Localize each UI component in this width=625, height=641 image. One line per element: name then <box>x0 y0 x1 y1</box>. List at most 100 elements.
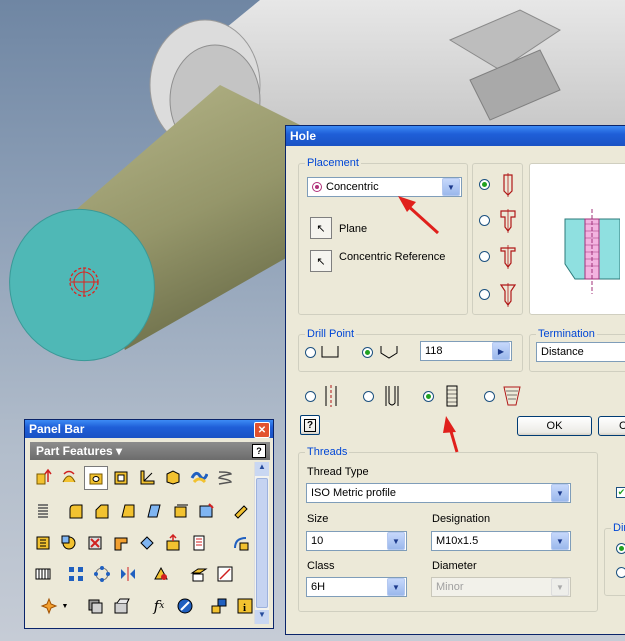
simple-hole-radio[interactable] <box>305 391 316 402</box>
counterbore-radio[interactable] <box>479 215 490 226</box>
help-icon: ? <box>303 418 317 432</box>
cancel-label: C <box>619 420 625 432</box>
left-hand-radio[interactable] <box>616 567 625 578</box>
promote-icon[interactable] <box>162 532 184 554</box>
drilled-hole-icon <box>503 173 513 197</box>
hole-dialog[interactable]: Hole Placement Concentric ▼ ↖ Plane ↖ Co… <box>285 125 625 635</box>
model-viewport[interactable]: Hole Placement Concentric ▼ ↖ Plane ↖ Co… <box>0 0 625 641</box>
panel-bar-titlebar[interactable]: Panel Bar ✕ <box>25 420 273 438</box>
concentric-reference-button[interactable]: ↖ <box>310 250 332 272</box>
work-feature-icon[interactable] <box>150 563 172 585</box>
class-label: Class <box>307 560 335 572</box>
chevron-down-icon[interactable]: ▼ <box>387 532 405 550</box>
grill-icon[interactable] <box>32 563 54 585</box>
cancel-button[interactable]: C <box>598 416 625 436</box>
face-draft-icon[interactable] <box>117 500 139 522</box>
hole-dialog-titlebar[interactable]: Hole <box>286 126 625 146</box>
rib-icon[interactable] <box>136 466 158 488</box>
work-point-icon[interactable] <box>38 595 60 617</box>
split-icon[interactable] <box>143 500 165 522</box>
chevron-down-icon[interactable]: ▼ <box>551 532 569 550</box>
thread-type-value: ISO Metric profile <box>311 487 396 499</box>
placement-type-value: Concentric <box>326 181 379 193</box>
chamfer-icon[interactable] <box>91 500 113 522</box>
help-icon[interactable]: ? <box>252 444 266 458</box>
grip-snap-icon[interactable] <box>188 532 210 554</box>
dialog-title: Hole <box>290 129 317 143</box>
termination-select[interactable]: Distance <box>536 342 625 362</box>
extrude-icon[interactable] <box>32 466 54 488</box>
hole-tool-icon[interactable] <box>84 466 108 490</box>
emboss-icon[interactable] <box>32 532 54 554</box>
size-label: Size <box>307 513 329 525</box>
angle-drill-point-radio[interactable] <box>362 347 373 358</box>
work-plane-icon[interactable] <box>188 563 210 585</box>
loft-icon[interactable] <box>162 466 184 488</box>
flat-drill-point-radio[interactable] <box>305 347 316 358</box>
designation-select[interactable]: M10x1.5 ▼ <box>431 531 571 551</box>
full-depth-checkbox[interactable]: ✔ <box>616 487 625 498</box>
shell-icon[interactable] <box>110 466 132 488</box>
decal-icon[interactable] <box>230 500 252 522</box>
parameters-icon[interactable]: fx <box>148 595 170 617</box>
placement-label: Placement <box>305 157 361 169</box>
drilled-hole-radio[interactable] <box>479 179 490 190</box>
designation-value: M10x1.5 <box>436 535 479 547</box>
view-face-icon[interactable] <box>174 595 196 617</box>
drill-point-label: Drill Point <box>305 328 357 340</box>
circular-pattern-icon[interactable] <box>91 563 113 585</box>
help-button[interactable]: ? <box>300 415 320 435</box>
work-axis-icon[interactable] <box>214 563 236 585</box>
insert-icon[interactable] <box>208 595 230 617</box>
tapped-hole-radio[interactable] <box>423 391 434 402</box>
delete-face-icon[interactable] <box>84 532 106 554</box>
derived-part-icon[interactable] <box>84 595 106 617</box>
copy-object-icon[interactable] <box>136 532 158 554</box>
chevron-down-icon[interactable]: ▼ <box>60 595 70 617</box>
right-hand-radio[interactable] <box>616 543 625 554</box>
panel-bar[interactable]: Panel Bar ✕ Part Features ▾ ? ▲ ▼ ▼ f x … <box>24 419 274 629</box>
ok-button[interactable]: OK <box>517 416 592 436</box>
size-select[interactable]: 10 ▼ <box>306 531 407 551</box>
chevron-down-icon[interactable]: ▼ <box>551 484 569 502</box>
class-select[interactable]: 6H ▼ <box>306 577 407 597</box>
rectangular-pattern-icon[interactable] <box>65 563 87 585</box>
drill-angle-input[interactable]: 118 ▶ <box>420 341 512 361</box>
spotface-icon <box>500 245 516 269</box>
placement-type-select[interactable]: Concentric ▼ <box>307 177 462 197</box>
thicken-icon[interactable] <box>110 595 132 617</box>
panel-scrollbar[interactable]: ▲ ▼ <box>254 462 269 624</box>
thread-icon[interactable] <box>32 500 54 522</box>
hole-preview-panel <box>529 163 625 315</box>
sweep-icon[interactable] <box>188 466 210 488</box>
scroll-down-button[interactable]: ▼ <box>255 610 269 624</box>
mirror-icon[interactable] <box>117 563 139 585</box>
bend-part-icon[interactable] <box>110 532 132 554</box>
clearance-hole-radio[interactable] <box>363 391 374 402</box>
rule-fillet-icon[interactable] <box>230 532 252 554</box>
chevron-down-icon[interactable]: ▼ <box>442 178 460 196</box>
termination-value: Distance <box>541 346 584 358</box>
diameter-value: Minor <box>436 581 464 593</box>
close-button[interactable]: ✕ <box>254 422 270 438</box>
ifeature-icon[interactable]: i <box>234 595 256 617</box>
derived-component-icon[interactable] <box>58 532 80 554</box>
move-face-icon[interactable] <box>169 500 191 522</box>
counterbore-icon <box>500 209 516 233</box>
revolve-icon[interactable] <box>58 466 80 488</box>
plane-select-button[interactable]: ↖ <box>310 217 332 239</box>
chevron-right-icon[interactable]: ▶ <box>492 342 510 360</box>
scroll-up-button[interactable]: ▲ <box>255 462 269 476</box>
concentric-icon <box>312 182 322 192</box>
scroll-thumb[interactable] <box>256 478 268 608</box>
coil-icon[interactable] <box>214 466 236 488</box>
taper-tapped-hole-radio[interactable] <box>484 391 495 402</box>
chevron-down-icon[interactable]: ▼ <box>387 578 405 596</box>
spotface-radio[interactable] <box>479 251 490 262</box>
clearance-hole-icon <box>385 386 399 406</box>
countersink-radio[interactable] <box>479 289 490 300</box>
thread-type-select[interactable]: ISO Metric profile ▼ <box>306 483 571 503</box>
part-features-header[interactable]: Part Features ▾ ? <box>30 442 270 460</box>
replace-face-icon[interactable] <box>195 500 217 522</box>
fillet-icon[interactable] <box>65 500 87 522</box>
